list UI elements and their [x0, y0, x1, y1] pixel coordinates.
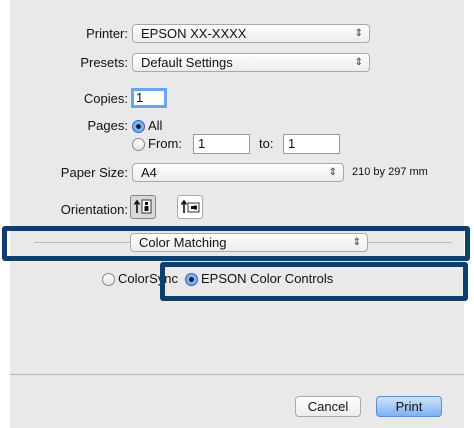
popup-arrows-icon: ⇕ [354, 57, 363, 68]
presets-value: Default Settings [141, 55, 233, 70]
pages-from-field[interactable]: 1 [193, 134, 250, 154]
landscape-orientation-icon [180, 199, 200, 213]
pages-all-radio[interactable] [132, 120, 145, 133]
bottom-separator [10, 374, 464, 375]
printer-label: Printer: [86, 26, 128, 41]
copies-value: 1 [136, 90, 144, 105]
portrait-orientation-button[interactable] [130, 195, 156, 219]
paper-size-value: A4 [141, 165, 157, 180]
popup-arrows-icon: ⇕ [328, 167, 337, 178]
pages-to-label: to: [259, 136, 274, 151]
landscape-orientation-button[interactable] [177, 195, 203, 219]
pages-from-label: From: [148, 136, 182, 151]
copies-label: Copies: [83, 91, 128, 106]
paper-size-popup[interactable]: A4 ⇕ [132, 163, 344, 182]
paper-size-label: Paper Size: [60, 165, 128, 180]
cancel-button-label: Cancel [307, 399, 349, 414]
pages-to-value: 1 [288, 136, 296, 151]
color-matching-highlight [2, 226, 470, 261]
pages-label: Pages: [87, 118, 128, 133]
paper-size-dimensions: 210 by 297 mm [352, 166, 428, 178]
copies-field[interactable]: 1 [131, 88, 167, 108]
printer-popup[interactable]: EPSON XX-XXXX ⇕ [132, 24, 370, 43]
popup-arrows-icon: ⇕ [354, 28, 363, 39]
print-dialog: Printer: EPSON XX-XXXX ⇕ Presets: Defaul… [10, 0, 464, 428]
portrait-orientation-icon [133, 199, 152, 214]
presets-popup[interactable]: Default Settings ⇕ [132, 53, 370, 72]
colorsync-radio[interactable] [102, 273, 115, 286]
print-button[interactable]: Print [376, 396, 442, 417]
presets-label: Presets: [80, 55, 128, 70]
print-button-label: Print [395, 399, 423, 414]
pages-from-radio[interactable] [132, 138, 145, 151]
pages-from-value: 1 [198, 136, 206, 151]
cancel-button[interactable]: Cancel [295, 396, 361, 417]
pages-all-label: All [148, 118, 163, 133]
epson-color-controls-highlight [160, 262, 468, 301]
orientation-label: Orientation: [60, 202, 128, 217]
pages-to-field[interactable]: 1 [283, 134, 340, 154]
printer-value: EPSON XX-XXXX [141, 26, 247, 41]
